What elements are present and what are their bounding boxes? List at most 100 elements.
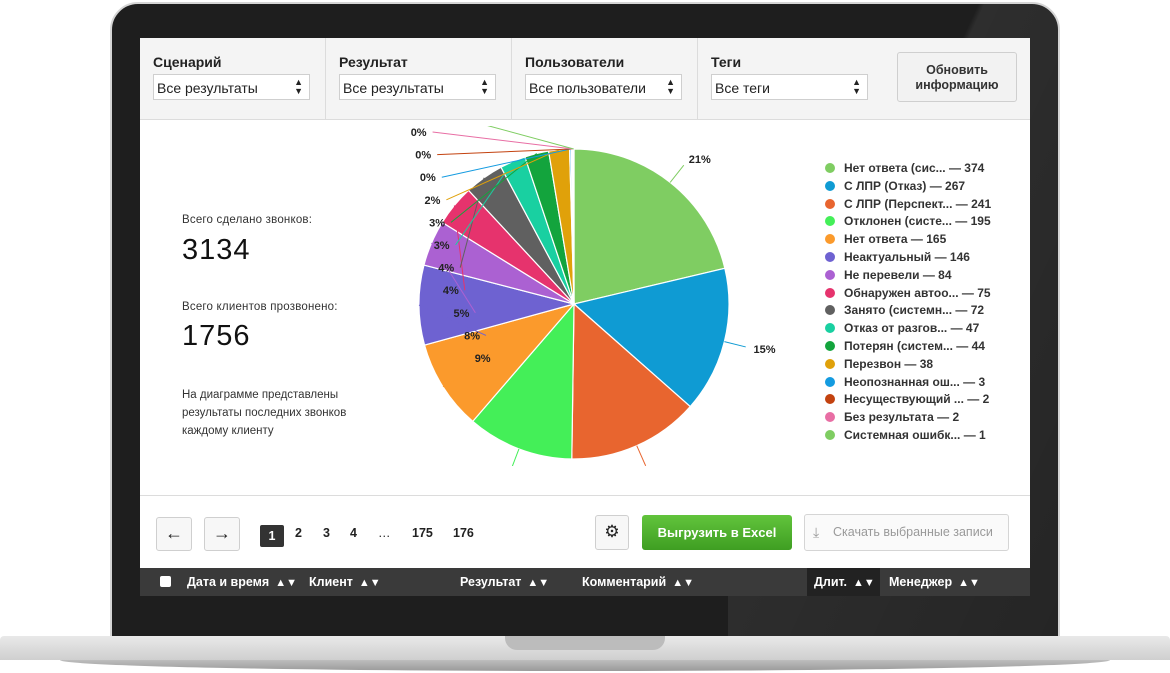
- col-manager-header[interactable]: Менеджер ▲▼: [889, 575, 980, 589]
- pie-pct-label: 2%: [424, 195, 440, 207]
- legend-item[interactable]: Нет ответа (сис... — 374: [825, 160, 1025, 178]
- next-page-button[interactable]: →: [204, 517, 240, 551]
- legend-label: Нет ответа (сис... — 374: [844, 161, 985, 175]
- sort-icon: ▲▼: [358, 577, 381, 589]
- refresh-button[interactable]: Обновить информацию: [897, 52, 1017, 102]
- legend-label: Занято (системн... — 72: [844, 303, 985, 318]
- page-ellipsis: …: [378, 526, 391, 540]
- tags-select[interactable]: Все теги ▲ ▼: [711, 74, 868, 100]
- result-select[interactable]: Все результаты ▲ ▼: [339, 74, 496, 100]
- scenario-select[interactable]: Все результаты ▲ ▼: [153, 74, 310, 100]
- col-client-label: Клиент: [309, 575, 353, 589]
- legend-item[interactable]: Без результата — 2: [825, 409, 1025, 427]
- page-175-link[interactable]: 175: [412, 526, 433, 540]
- legend-item[interactable]: Системная ошибк... — 1: [825, 427, 1025, 445]
- pie-slice[interactable]: [572, 148, 575, 305]
- legend-label: Без результата — 2: [844, 410, 960, 425]
- legend-color-dot: [825, 269, 835, 280]
- legend-color-dot: [825, 358, 835, 369]
- filter-users-label: Пользователи: [525, 54, 625, 70]
- chart-legend: Нет ответа (сис... — 374 С ЛПР (Отказ) — …: [825, 160, 1025, 445]
- pie-leader-line: [724, 341, 746, 348]
- pie-pct-label: 4%: [443, 285, 459, 297]
- col-client-header[interactable]: Клиент ▲▼: [309, 575, 381, 589]
- legend-color-dot: [825, 180, 835, 191]
- legend-item[interactable]: Обнаружен автоо... — 75: [825, 285, 1025, 303]
- tags-select-value: Все теги: [715, 80, 770, 96]
- divider: [140, 495, 1030, 496]
- legend-label: Неактуальный — 146: [844, 249, 970, 264]
- pie-leader-line: [432, 131, 573, 150]
- legend-label: Отказ от разгов... — 47: [844, 321, 980, 336]
- prev-page-button[interactable]: ←: [156, 517, 192, 551]
- users-select[interactable]: Все пользователи ▲ ▼: [525, 74, 682, 100]
- legend-color-dot: [825, 340, 835, 351]
- col-result-header[interactable]: Результат ▲▼: [460, 575, 549, 589]
- pie-leader-line: [669, 164, 685, 183]
- col-comment-header[interactable]: Комментарий ▲▼: [582, 575, 694, 589]
- col-datetime-label: Дата и время: [187, 575, 270, 589]
- chart-description: На диаграмме представлены результаты пос…: [182, 389, 347, 437]
- legend-item[interactable]: Нет ответа — 165: [825, 231, 1025, 249]
- legend-color-dot: [825, 198, 835, 209]
- filter-tags-label: Теги: [711, 54, 742, 70]
- col-duration-header[interactable]: Длит. ▲▼: [814, 575, 875, 589]
- legend-item[interactable]: Перезвон — 38: [825, 356, 1025, 374]
- legend-item[interactable]: Отказ от разгов... — 47: [825, 320, 1025, 338]
- page-1-link[interactable]: 1: [260, 525, 284, 547]
- scenario-select-value: Все результаты: [157, 80, 258, 96]
- arrow-left-icon: ←: [165, 523, 183, 543]
- legend-color-dot: [825, 287, 835, 298]
- page-4-link[interactable]: 4: [350, 526, 357, 540]
- pie-pct-label: 0%: [415, 150, 431, 162]
- page-3-link[interactable]: 3: [323, 526, 330, 540]
- select-all-checkbox[interactable]: [160, 576, 171, 587]
- legend-label: Неопознанная ош... — 3: [844, 374, 986, 389]
- pie-leader-line: [636, 445, 647, 466]
- page-2-link[interactable]: 2: [295, 526, 302, 540]
- users-select-value: Все пользователи: [529, 80, 646, 96]
- pie-pct-label: 15%: [753, 344, 775, 356]
- results-pie-chart: 21%15%14%11%9%8%5%4%4%3%3%2%0%0%0%0%: [411, 126, 776, 466]
- pie-pct-label: 9%: [475, 353, 491, 365]
- legend-item[interactable]: С ЛПР (Отказ) — 267: [825, 178, 1025, 196]
- legend-item[interactable]: С ЛПР (Перспект... — 241: [825, 196, 1025, 214]
- settings-button[interactable]: ⚙: [595, 515, 629, 550]
- refresh-button-line1: Обновить: [926, 63, 988, 77]
- select-arrows-icon: ▲ ▼: [294, 77, 303, 96]
- legend-label: Системная ошибк... — 1: [844, 427, 986, 442]
- legend-label: Нет ответа — 165: [844, 232, 947, 247]
- pie-leader-line: [487, 126, 574, 150]
- filter-users: Пользователи Все пользователи ▲ ▼: [512, 38, 698, 119]
- select-arrows-icon: ▲ ▼: [852, 77, 861, 96]
- col-duration-label: Длит.: [814, 575, 848, 589]
- download-selected-label: Скачать выбранные записи: [833, 525, 993, 539]
- legend-label: С ЛПР (Перспект... — 241: [844, 196, 992, 211]
- legend-item[interactable]: Потерян (систем... — 44: [825, 338, 1025, 356]
- pie-pct-label: 3%: [429, 217, 445, 229]
- col-datetime-header[interactable]: Дата и время ▲▼: [187, 575, 297, 589]
- legend-label: Отклонен (систе... — 195: [844, 214, 991, 229]
- filter-bar: Сценарий Все результаты ▲ ▼ Результат Все…: [140, 38, 1030, 120]
- page-176-link[interactable]: 176: [453, 526, 474, 540]
- download-icon: ⤓: [813, 524, 820, 540]
- refresh-button-line2: информацию: [915, 78, 999, 92]
- filter-scenario-label: Сценарий: [153, 54, 222, 70]
- download-selected-button[interactable]: ⤓ Скачать выбранные записи: [804, 514, 1009, 551]
- calls-label: Всего сделано звонков:: [182, 214, 313, 226]
- pie-pct-label: 5%: [453, 308, 469, 320]
- laptop-base: [0, 636, 1170, 673]
- sort-icon: ▲▼: [672, 577, 694, 589]
- legend-item[interactable]: Неактуальный — 146: [825, 249, 1025, 267]
- select-arrows-icon: ▲ ▼: [480, 77, 489, 96]
- legend-item[interactable]: Отклонен (систе... — 195: [825, 213, 1025, 231]
- sort-icon: ▲▼: [958, 577, 980, 589]
- legend-item[interactable]: Несуществующий ... — 2: [825, 391, 1025, 409]
- legend-color-dot: [825, 412, 835, 423]
- legend-item[interactable]: Не перевели — 84: [825, 267, 1025, 285]
- pie-leader-line: [511, 448, 520, 466]
- legend-item[interactable]: Занято (системн... — 72: [825, 302, 1025, 320]
- legend-color-dot: [825, 234, 835, 245]
- legend-item[interactable]: Неопознанная ош... — 3: [825, 374, 1025, 392]
- export-excel-button[interactable]: Выгрузить в Excel: [642, 515, 792, 550]
